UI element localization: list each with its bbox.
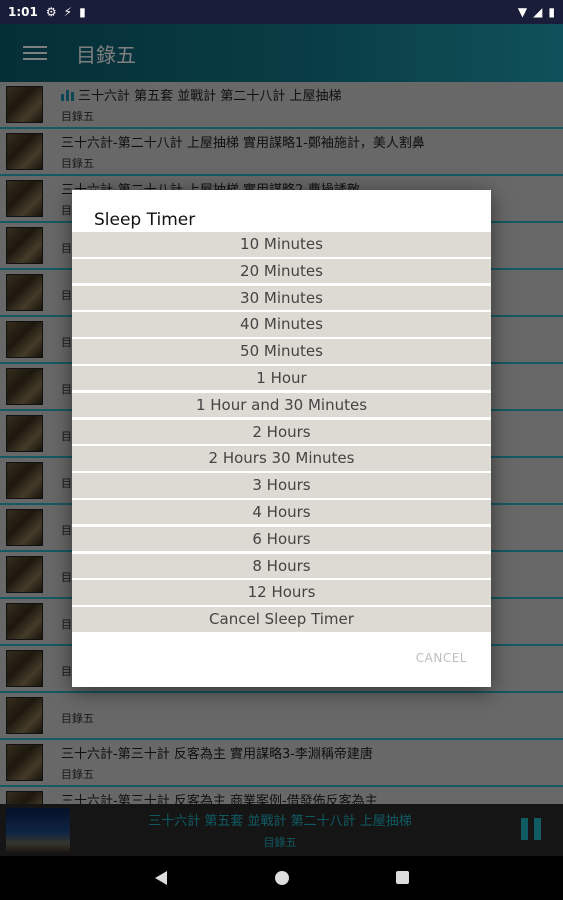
timer-option[interactable]: 8 Hours: [72, 553, 491, 579]
status-bar: 1:01 ⚙ ⚡ ▮ ▼ ◢ ▮: [0, 0, 563, 24]
timer-option[interactable]: 12 Hours: [72, 580, 491, 605]
sd-card-icon: ▮: [79, 5, 86, 19]
status-time: 1:01: [8, 5, 38, 19]
timer-option[interactable]: 1 Hour: [72, 365, 491, 391]
timer-options: 10 Minutes 20 Minutes 30 Minutes 40 Minutes…: [72, 232, 491, 634]
home-icon[interactable]: [275, 871, 289, 885]
timer-option[interactable]: 1 Hour and 30 Minutes: [72, 392, 491, 418]
timer-option[interactable]: 30 Minutes: [72, 285, 491, 311]
timer-option[interactable]: 2 Hours: [72, 419, 491, 445]
timer-option[interactable]: 2 Hours 30 Minutes: [72, 446, 491, 471]
timer-option[interactable]: 50 Minutes: [72, 339, 491, 364]
settings-gear-icon: ⚙: [45, 5, 57, 19]
timer-option[interactable]: 3 Hours: [72, 473, 491, 498]
sleep-timer-dialog: Sleep Timer 10 Minutes 20 Minutes 30 Minut…: [72, 190, 491, 687]
battery-icon: ▮: [548, 5, 555, 19]
bolt-icon: ⚡: [63, 5, 73, 19]
system-nav-bar: [0, 856, 563, 900]
timer-option[interactable]: 6 Hours: [72, 526, 491, 552]
dialog-title: Sleep Timer: [94, 210, 196, 230]
recents-icon[interactable]: [396, 871, 409, 884]
timer-option[interactable]: 20 Minutes: [72, 258, 491, 284]
timer-option[interactable]: 10 Minutes: [72, 232, 491, 257]
back-icon[interactable]: [155, 871, 167, 885]
timer-option[interactable]: Cancel Sleep Timer: [72, 607, 491, 632]
signal-icon: ◢: [533, 5, 543, 19]
timer-option[interactable]: 4 Hours: [72, 499, 491, 525]
wifi-icon: ▼: [517, 5, 528, 19]
cancel-button[interactable]: CANCEL: [416, 651, 467, 665]
timer-option[interactable]: 40 Minutes: [72, 312, 491, 337]
